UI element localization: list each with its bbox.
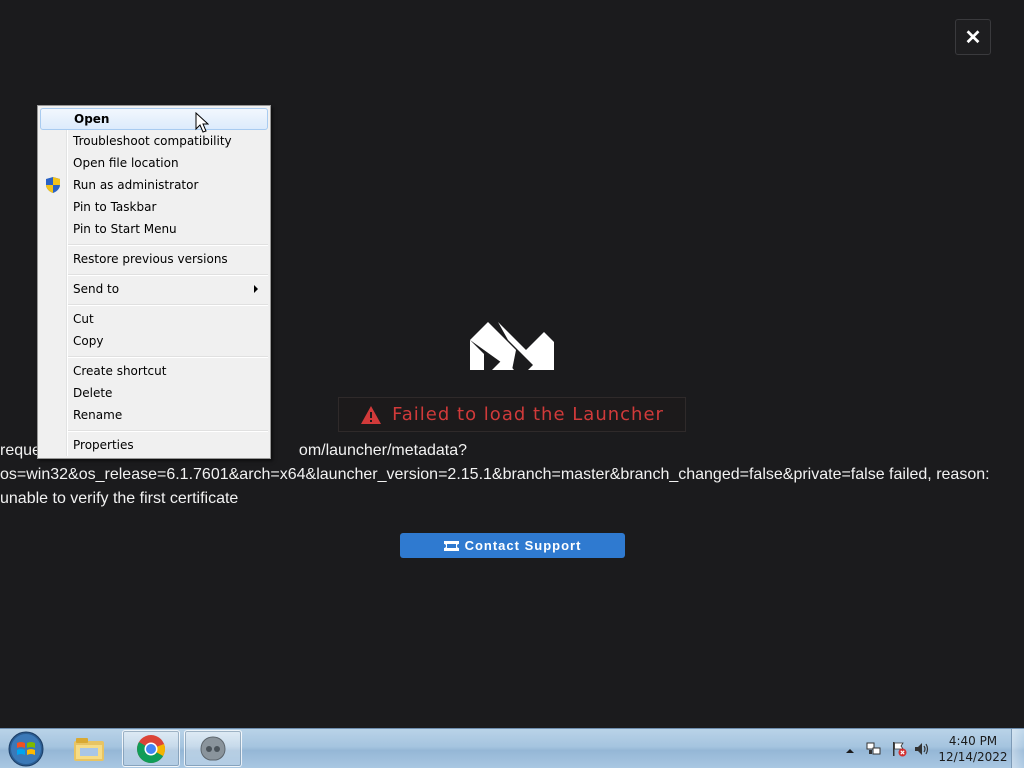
error-title: Failed to load the Launcher <box>392 404 664 425</box>
shield-icon <box>46 177 60 193</box>
launcher-logo <box>470 322 554 370</box>
menu-item-delete[interactable]: Delete <box>40 382 268 404</box>
close-icon: ✕ <box>964 26 982 49</box>
context-menu: Open Troubleshoot compatibility Open fil… <box>37 105 271 459</box>
menu-separator <box>68 356 268 358</box>
contact-support-label: Contact Support <box>464 538 582 553</box>
menu-separator <box>68 430 268 432</box>
menu-separator <box>68 304 268 306</box>
contact-support-button[interactable]: Contact Support <box>400 533 625 558</box>
taskbar-chrome-button[interactable] <box>122 730 180 767</box>
menu-item-open[interactable]: Open <box>40 108 268 130</box>
menu-item-open-file-location[interactable]: Open file location <box>40 152 268 174</box>
menu-item-rename[interactable]: Rename <box>40 404 268 426</box>
ticket-icon <box>443 540 459 551</box>
taskbar-clock[interactable]: 4:40 PM 12/14/2022 <box>936 733 1010 765</box>
volume-icon[interactable] <box>914 741 930 757</box>
submenu-arrow-icon <box>254 285 258 293</box>
error-banner: Failed to load the Launcher <box>338 397 686 432</box>
warning-icon <box>361 405 382 424</box>
windows-explorer-icon <box>74 737 104 761</box>
menu-item-run-as-administrator[interactable]: Run as administrator <box>40 174 268 196</box>
clock-time: 4:40 PM <box>948 734 998 748</box>
menu-item-copy[interactable]: Copy <box>40 330 268 352</box>
menu-item-pin-to-start-menu[interactable]: Pin to Start Menu <box>40 218 268 240</box>
chrome-icon <box>137 734 165 763</box>
mouse-cursor-icon <box>195 112 209 133</box>
menu-item-restore-previous-versions[interactable]: Restore previous versions <box>40 248 268 270</box>
taskbar: 4:40 PM 12/14/2022 <box>0 728 1024 768</box>
show-desktop-button[interactable] <box>1011 729 1024 768</box>
launcher-app-icon <box>200 735 226 760</box>
show-hidden-icons-arrow[interactable] <box>845 743 855 753</box>
taskbar-explorer-button[interactable] <box>60 730 118 767</box>
menu-item-cut[interactable]: Cut <box>40 308 268 330</box>
menu-item-pin-to-taskbar[interactable]: Pin to Taskbar <box>40 196 268 218</box>
start-button[interactable] <box>6 731 46 767</box>
error-line-2: os=win32&os_release=6.1.7601&arch=x64&la… <box>0 466 990 483</box>
close-button[interactable]: ✕ <box>955 19 991 55</box>
menu-item-create-shortcut[interactable]: Create shortcut <box>40 360 268 382</box>
network-icon[interactable] <box>866 741 882 757</box>
taskbar-launcher-button[interactable] <box>184 730 242 767</box>
clock-date: 12/14/2022 <box>938 750 1008 764</box>
launcher-window: ✕ Failed to load the Launcher reque om/la… <box>0 0 1024 768</box>
menu-item-troubleshoot-compatibility[interactable]: Troubleshoot compatibility <box>40 130 268 152</box>
menu-item-properties[interactable]: Properties <box>40 434 268 456</box>
error-line-3: unable to verify the first certificate <box>0 490 239 507</box>
action-center-flag-icon[interactable] <box>891 741 907 757</box>
menu-separator <box>68 244 268 246</box>
menu-item-send-to[interactable]: Send to <box>40 278 268 300</box>
menu-separator <box>68 274 268 276</box>
